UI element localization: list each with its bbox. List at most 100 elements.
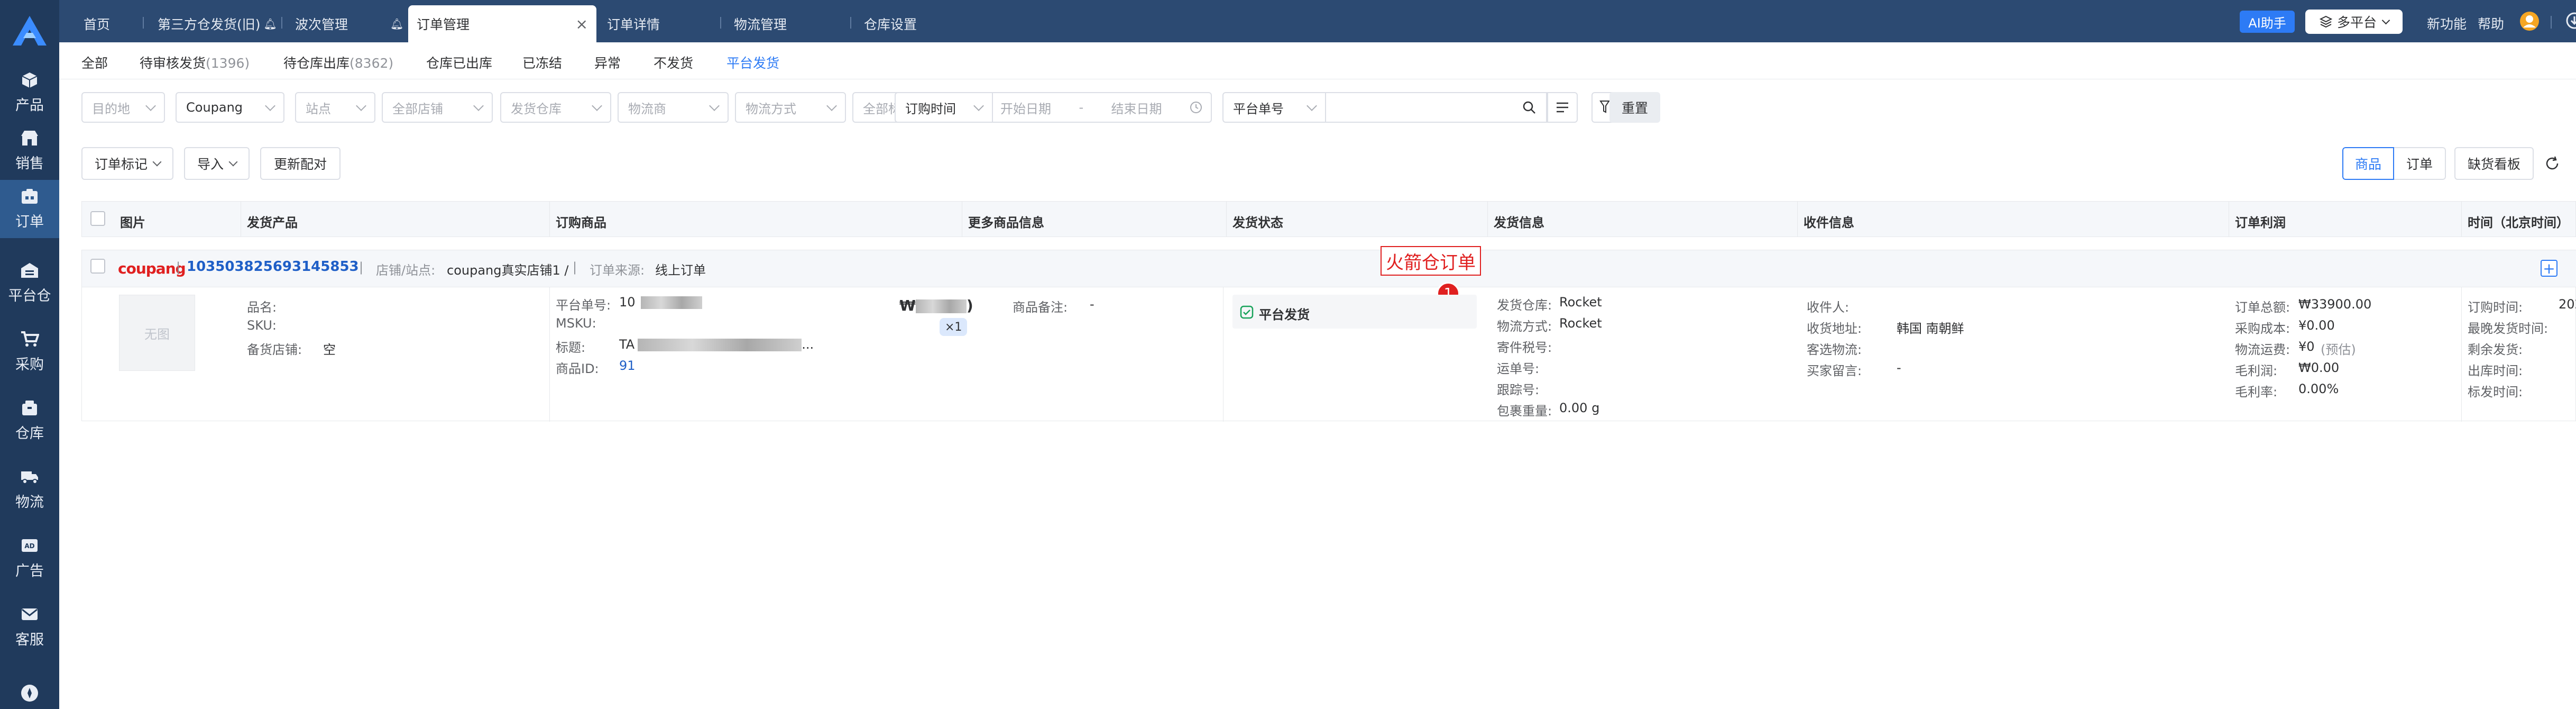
order-number-link[interactable]: 103503825693145853: [187, 259, 359, 275]
chevron-down-icon: [265, 101, 275, 111]
sidebar-item-product[interactable]: 产品: [0, 63, 59, 122]
ai-assistant-label: AI助手: [2248, 15, 2286, 31]
shortage-board-button[interactable]: 缺货看板: [2454, 147, 2534, 180]
reset-button[interactable]: 重置: [1609, 92, 1660, 123]
platform-select[interactable]: Coupang: [176, 92, 284, 123]
row-checkbox[interactable]: [90, 259, 105, 274]
sidebar-item-logistics[interactable]: 物流: [0, 460, 59, 519]
warehouse-select[interactable]: 发货仓库: [500, 92, 611, 123]
tab-third-party-shipping[interactable]: 第三方仓发货(旧) 🔔︎: [149, 5, 286, 42]
receiver-label: 收件人:: [1807, 300, 1850, 315]
status-tab-no-shipping[interactable]: 不发货: [654, 53, 693, 72]
redacted-text: [640, 296, 702, 309]
status-tab-frozen[interactable]: 已冻结: [522, 53, 562, 72]
new-feature-link[interactable]: 新功能: [2427, 14, 2467, 33]
column-header: 订购商品: [556, 215, 606, 230]
date-range-picker[interactable]: 开始日期 - 结束日期: [992, 92, 1212, 123]
select-value: Coupang: [186, 100, 243, 115]
clock-icon: [1190, 102, 1202, 113]
column-header: 更多商品信息: [968, 215, 1044, 230]
svg-text:AD: AD: [24, 542, 34, 550]
sidebar-item-label: 平台仓: [8, 287, 51, 304]
column-divider: [2461, 287, 2462, 422]
tab-warehouse-settings[interactable]: 仓库设置: [855, 5, 925, 42]
chevron-down-icon: [709, 101, 720, 111]
truck-icon: [21, 471, 38, 484]
app-logo-icon[interactable]: [12, 15, 48, 47]
column-divider: [1487, 202, 1488, 237]
view-product-button[interactable]: 商品: [2342, 147, 2394, 180]
status-tab-pending-review[interactable]: 待审核发货(1396): [140, 53, 250, 72]
status-tab-label: 全部: [81, 56, 108, 71]
order-mark-button[interactable]: 订单标记: [81, 147, 173, 180]
status-tab-label: 已冻结: [522, 56, 563, 71]
sidebar-item-sales[interactable]: 销售: [0, 122, 59, 180]
status-tab-outbound-done[interactable]: 仓库已出库: [426, 53, 492, 72]
search-icon[interactable]: [1522, 100, 1537, 115]
site-select[interactable]: 站点: [295, 92, 375, 123]
redacted-text: [915, 299, 967, 313]
column-divider: [549, 287, 550, 422]
date-start: 开始日期: [1000, 101, 1051, 116]
ai-assistant-button[interactable]: AI助手: [2240, 11, 2295, 33]
expand-plus-icon[interactable]: +: [2541, 260, 2557, 277]
tab-label: 第三方仓发货(旧): [158, 17, 261, 32]
tab-order-management[interactable]: 订单管理 ×: [408, 5, 596, 42]
tab-wave-management[interactable]: 波次管理 🔔︎: [287, 5, 412, 42]
status-tab-all[interactable]: 全部: [81, 53, 108, 72]
column-header: 图片: [120, 215, 145, 230]
status-tab-exception[interactable]: 异常: [594, 53, 621, 72]
order-time-label: 订购时间:: [2468, 300, 2523, 315]
buyer-note-value: -: [1897, 360, 1901, 375]
sidebar-item-service[interactable]: 客服: [0, 598, 59, 656]
sidebar-item-ads[interactable]: AD 广告: [0, 529, 59, 587]
chevron-down-icon: [152, 157, 162, 167]
download-icon[interactable]: [2565, 12, 2576, 30]
view-order-button[interactable]: 订单: [2394, 147, 2446, 180]
platform-no-text: 10: [619, 295, 636, 310]
gross-margin-value: 0.00%: [2298, 381, 2339, 396]
date-separator: -: [1079, 100, 1084, 115]
coupang-logo: coupang: [118, 260, 186, 277]
shipping-method-select[interactable]: 物流方式: [735, 92, 846, 123]
platform-switch-button[interactable]: 多平台: [2305, 10, 2403, 34]
tab-order-detail[interactable]: 订单详情: [599, 5, 668, 42]
outbound-time-label: 出库时间:: [2468, 363, 2523, 378]
msku-label: MSKU:: [556, 316, 596, 331]
status-tab-pending-outbound[interactable]: 待仓库出库(8362): [283, 53, 393, 72]
currency-symbol: ₩: [899, 297, 916, 314]
chevron-down-icon: [356, 101, 366, 111]
select-value: 平台单号: [1233, 101, 1284, 116]
compass-icon[interactable]: [20, 684, 39, 703]
product-id-link[interactable]: 91: [619, 358, 636, 373]
store-select[interactable]: 全部店铺: [382, 92, 493, 123]
search-type-select[interactable]: 平台单号: [1222, 92, 1326, 123]
search-input[interactable]: [1325, 92, 1547, 123]
destination-select[interactable]: 目的地: [81, 92, 165, 123]
time-type-select[interactable]: 订购时间: [895, 92, 993, 123]
sidebar-item-warehouse[interactable]: 仓库: [0, 392, 59, 450]
close-icon[interactable]: ×: [576, 15, 588, 33]
sidebar-item-purchase[interactable]: 采购: [0, 323, 59, 381]
chevron-down-icon: [145, 101, 156, 111]
avatar[interactable]: [2519, 11, 2540, 32]
multi-search-button[interactable]: [1547, 92, 1578, 123]
table-header: 图片 发货产品 订购商品 更多商品信息 发货状态 发货信息 收件信息 订单利润 …: [81, 201, 2576, 237]
select-value: 发货仓库: [511, 101, 562, 116]
select-all-checkbox[interactable]: [90, 211, 105, 226]
status-tab-platform-shipping[interactable]: 平台发货: [726, 53, 780, 83]
refresh-icon[interactable]: [2544, 156, 2560, 171]
carrier-select[interactable]: 物流商: [618, 92, 729, 123]
sidebar-item-platform-warehouse[interactable]: 平台仓: [0, 254, 59, 312]
tab-logistics-management[interactable]: 物流管理: [725, 5, 795, 42]
help-link[interactable]: 帮助: [2478, 14, 2504, 33]
import-button[interactable]: 导入: [184, 147, 250, 180]
column-header: 发货状态: [1232, 215, 1283, 230]
sidebar-item-order[interactable]: 订单: [0, 180, 59, 238]
purchase-cost-value: ¥0.00: [2298, 318, 2335, 333]
address-value: 韩国 南朝鲜: [1897, 321, 1964, 336]
rematch-button[interactable]: 更新配对: [260, 147, 341, 180]
tab-label: 订单详情: [607, 17, 660, 32]
status-tab-label: 仓库已出库: [426, 56, 493, 71]
tab-home[interactable]: 首页: [75, 5, 118, 42]
